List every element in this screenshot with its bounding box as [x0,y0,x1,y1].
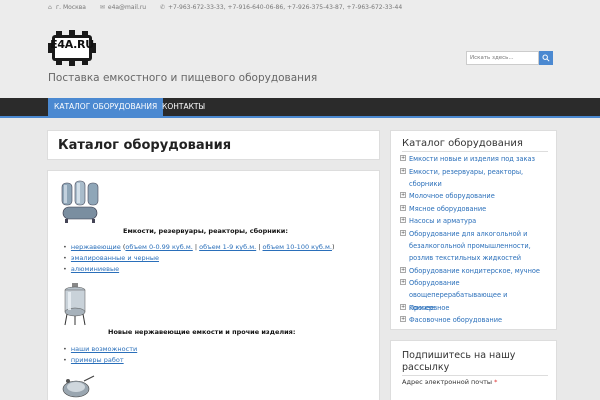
sidebar-item-other[interactable]: + Прочее [400,302,549,314]
sidebar-title: Каталог оборудования [402,138,523,149]
required-mark: * [494,378,498,386]
sidebar-item-meat[interactable]: + Мясное оборудование [400,203,549,215]
site-tagline: Поставка емкостного и пищевого оборудова… [48,72,318,84]
list-item: наши возможности [63,345,137,353]
link-volume-1[interactable]: объем 0-0.99 куб.м. [125,243,192,251]
product-image[interactable] [58,373,98,400]
phones-text: +7-963-672-33-33, +7-916-640-06-86, +7-9… [168,4,403,11]
city-text: г. Москва [56,4,86,11]
sidebar-item-beverage[interactable]: + Оборудование для алкогольной и безалко… [400,228,549,265]
expand-icon[interactable]: + [400,155,406,161]
expand-icon[interactable]: + [400,192,406,198]
nav-item-catalog[interactable]: КАТАЛОГ ОБОРУДОВАНИЯ [48,98,164,116]
email-text[interactable]: e4a@mail.ru [108,4,146,11]
vessel-image[interactable] [60,281,90,327]
search-input[interactable] [466,51,539,65]
site-header: E4A.RU Поставка емкостного и пищевого об… [0,14,600,98]
search-icon [542,54,550,62]
expand-icon[interactable]: + [400,279,406,285]
list-item: эмалированные и черные [63,254,159,262]
expand-icon[interactable]: + [400,316,406,322]
expand-icon[interactable]: + [400,303,406,310]
section1-heading: Емкости, резервуары, реакторы, сборники: [123,227,288,235]
nav-item-contacts[interactable]: КОНТАКТЫ [156,98,211,116]
list-item: нержавеющие (объем 0-0.99 куб.м. | объем… [63,243,335,251]
link-enamel[interactable]: эмалированные и черные [71,254,159,262]
expand-icon[interactable]: + [400,229,406,236]
section2-heading: Новые нержавеющие емкости и прочие издел… [108,328,296,336]
list-item: примеры работ [63,356,124,364]
sidebar-item-confectionery[interactable]: + Оборудование кондитерское, мучное [400,265,549,277]
phone-icon: ✆ [160,4,166,11]
logo-text: E4A.RU [50,38,94,51]
sidebar-item-tanks-reservoirs[interactable]: + Емкости, резервуары, реакторы, сборник… [400,166,549,191]
divider [402,151,548,152]
page-title-box: Каталог оборудования [47,130,380,160]
expand-icon[interactable]: + [400,204,406,211]
sidebar-item-dairy[interactable]: + Молочное оборудование [400,190,549,202]
main-content: Емкости, резервуары, реакторы, сборники:… [47,170,380,400]
top-info-bar: ⌂ г. Москва ✉ e4a@mail.ru ✆ +7-963-672-33-3… [0,0,600,14]
expand-icon[interactable]: + [400,217,406,223]
envelope-icon: ✉ [99,4,105,11]
link-capabilities[interactable]: наши возможности [71,345,137,353]
tanks-image[interactable] [58,179,102,225]
link-examples[interactable]: примеры работ [71,356,124,364]
link-volume-3[interactable]: объем 10-100 куб.м. [263,243,332,251]
main-nav: КАТАЛОГ ОБОРУДОВАНИЯ КОНТАКТЫ [0,98,600,118]
sidebar-item-tanks-new[interactable]: + Емкости новые и изделия под заказ [400,153,549,165]
site-logo[interactable]: E4A.RU [48,29,96,67]
expand-icon[interactable]: + [400,167,406,174]
newsletter-title: Подпишитесь на нашу рассылку [402,350,516,373]
sidebar-item-packaging[interactable]: + Фасовочное оборудование [400,314,549,326]
link-volume-2[interactable]: объем 1-9 куб.м. [199,243,256,251]
sidebar-catalog: Каталог оборудования + Емкости новые и и… [390,130,557,330]
sidebar-item-pumps[interactable]: + Насосы и арматура [400,215,549,227]
divider [402,375,548,376]
link-stainless[interactable]: нержавеющие [71,243,121,251]
email-label: Адрес электронной почты * [402,378,498,386]
expand-icon[interactable]: + [400,266,406,273]
home-icon: ⌂ [48,4,52,11]
link-aluminum[interactable]: алюминиевые [71,265,119,273]
sidebar-newsletter: Подпишитесь на нашу рассылку Адрес элект… [390,340,557,400]
search-form [466,51,553,65]
page-title: Каталог оборудования [58,138,232,153]
search-button[interactable] [539,51,553,65]
list-item: алюминиевые [63,265,119,273]
